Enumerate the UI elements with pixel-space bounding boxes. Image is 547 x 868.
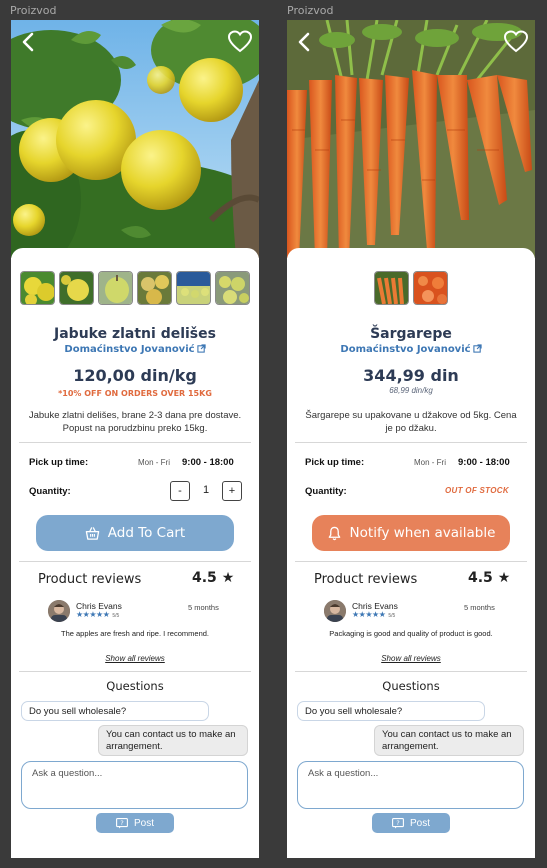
farm-link[interactable]: Domaćinstvo Jovanović (287, 344, 535, 355)
product-card: Šargarepe Domaćinstvo Jovanović 344,99 d… (287, 248, 535, 858)
review-text: The apples are fresh and ripe. I recomme… (61, 629, 209, 638)
thumbnail[interactable] (20, 271, 55, 305)
svg-text:?: ? (120, 819, 123, 827)
reviews-title: Product reviews (314, 572, 418, 587)
quantity-label: Quantity: (305, 486, 347, 497)
reviewer-stars: ★★★★★ 5/5 (76, 610, 119, 619)
stars-count: 5/5 (388, 613, 396, 619)
thumbnail[interactable] (176, 271, 211, 305)
frame-label: Proizvod (10, 4, 57, 17)
rating-value: 4.5 (468, 570, 493, 586)
review-text: Packaging is good and quality of product… (329, 629, 493, 638)
pickup-label: Pick up time: (305, 457, 365, 468)
questions-title: Questions (382, 679, 440, 693)
reviews-title: Product reviews (38, 572, 142, 587)
answer-bubble: You can contact us to make an arrangemen… (98, 725, 248, 756)
quantity-label: Quantity: (29, 486, 71, 497)
pickup-label: Pick up time: (29, 457, 89, 468)
product-description: Šargarepe su upakovane u džakove od 5kg.… (305, 410, 517, 434)
avatar (324, 600, 346, 622)
cta-label: Notify when available (349, 525, 496, 541)
pickup-time: 9:00 - 18:00 (182, 457, 234, 468)
stock-status: OUT OF STOCK (445, 486, 509, 495)
question-bubble: Do you sell wholesale? (297, 701, 485, 721)
increase-quantity-button[interactable]: + (222, 481, 242, 501)
pickup-time: 9:00 - 18:00 (458, 457, 510, 468)
product-price: 120,00 din/kg (73, 366, 197, 385)
product-title: Jabuke zlatni delišes (54, 326, 216, 342)
farm-name: Domaćinstvo Jovanović (340, 344, 471, 355)
thumbnail-gallery (11, 271, 259, 305)
review-time: 5 months (464, 603, 495, 612)
back-arrow-icon[interactable] (17, 30, 41, 54)
divider (295, 442, 527, 443)
rating-score: 4.5 ★ (468, 570, 510, 586)
thumbnail[interactable] (137, 271, 172, 305)
rating-value: 4.5 (192, 570, 217, 586)
thumbnail[interactable] (98, 271, 133, 305)
decrease-quantity-button[interactable]: - (170, 481, 190, 501)
questions-title: Questions (106, 679, 164, 693)
show-all-reviews-link[interactable]: Show all reviews (287, 654, 535, 663)
post-label: Post (409, 817, 430, 829)
pickup-days: Mon - Fri (138, 458, 170, 467)
heart-icon[interactable] (227, 30, 253, 54)
star-icon: ★ (497, 570, 511, 586)
divider (19, 442, 251, 443)
notify-button[interactable]: Notify when available (312, 515, 510, 551)
cta-label: Add To Cart (107, 525, 186, 541)
stars: ★★★★★ (76, 610, 110, 619)
star-icon: ★ (221, 570, 235, 586)
promo-text: *10% OFF ON ORDERS OVER 15KG (58, 389, 212, 398)
thumbnail[interactable] (215, 271, 250, 305)
post-label: Post (133, 817, 154, 829)
ask-question-input[interactable] (297, 761, 524, 809)
question-icon: ? (116, 817, 128, 828)
divider (19, 561, 251, 562)
product-hero-image (287, 20, 535, 258)
show-all-reviews-link[interactable]: Show all reviews (11, 654, 259, 663)
divider (295, 671, 527, 672)
external-link-icon (472, 344, 482, 353)
back-arrow-icon[interactable] (293, 30, 317, 54)
frame-label: Proizvod (287, 4, 334, 17)
product-title: Šargarepe (370, 326, 452, 342)
external-link-icon (196, 344, 206, 353)
stars-count: 5/5 (112, 613, 120, 619)
question-bubble: Do you sell wholesale? (21, 701, 209, 721)
add-to-cart-button[interactable]: Add To Cart (36, 515, 234, 551)
divider (19, 671, 251, 672)
answer-bubble: You can contact us to make an arrangemen… (374, 725, 524, 756)
stars: ★★★★★ (352, 610, 386, 619)
post-button[interactable]: ? Post (372, 813, 450, 833)
product-description: Jabuke zlatni delišes, brane 2-3 dana pr… (28, 410, 242, 434)
thumbnail-gallery (287, 271, 535, 305)
farm-name: Domaćinstvo Jovanović (64, 344, 195, 355)
thumbnail[interactable] (413, 271, 448, 305)
svg-text:?: ? (396, 819, 399, 827)
review-time: 5 months (188, 603, 219, 612)
product-screen-apples: Jabuke zlatni delišes Domaćinstvo Jovano… (11, 20, 259, 858)
rating-score: 4.5 ★ (192, 570, 234, 586)
product-card: Jabuke zlatni delišes Domaćinstvo Jovano… (11, 248, 259, 858)
question-icon: ? (392, 817, 404, 828)
price-per-kg: 68,99 din/kg (389, 386, 433, 395)
product-price: 344,99 din (363, 366, 459, 385)
pickup-days: Mon - Fri (414, 458, 446, 467)
post-button[interactable]: ? Post (96, 813, 174, 833)
product-screen-carrots: Šargarepe Domaćinstvo Jovanović 344,99 d… (287, 20, 535, 858)
avatar (48, 600, 70, 622)
reviewer-stars: ★★★★★ 5/5 (352, 610, 395, 619)
bell-icon (328, 526, 340, 540)
ask-question-input[interactable] (21, 761, 248, 809)
thumbnail[interactable] (59, 271, 94, 305)
heart-icon[interactable] (503, 30, 529, 54)
quantity-stepper: - 1 + (170, 480, 242, 502)
product-hero-image (11, 20, 259, 258)
farm-link[interactable]: Domaćinstvo Jovanović (11, 344, 259, 355)
basket-icon (85, 526, 99, 540)
thumbnail[interactable] (374, 271, 409, 305)
divider (295, 561, 527, 562)
quantity-value: 1 (202, 484, 210, 496)
